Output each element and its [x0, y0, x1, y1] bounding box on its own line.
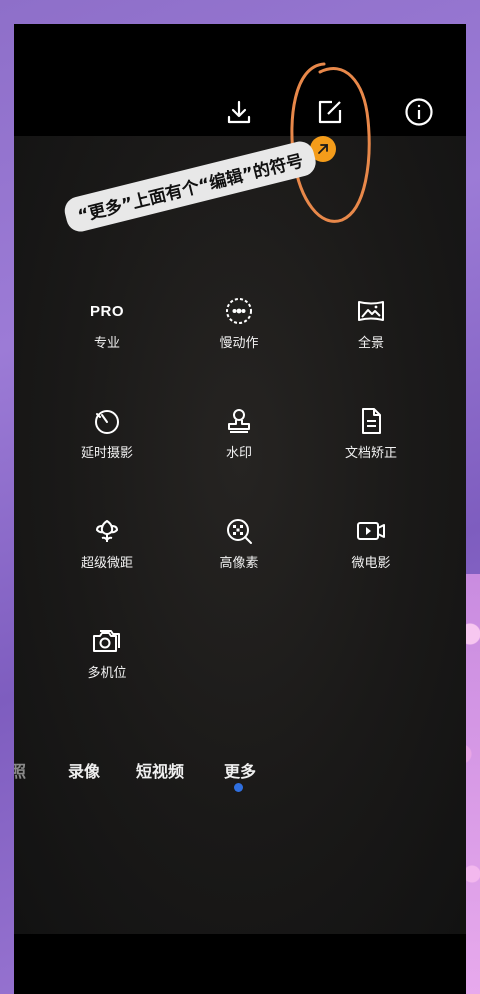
slow-motion-icon	[222, 294, 256, 328]
tab-more[interactable]: 更多	[224, 758, 256, 782]
timer-icon	[90, 404, 124, 438]
mode-super-macro[interactable]: 超级微距	[42, 514, 172, 571]
document-icon	[354, 404, 388, 438]
mode-label: 文档矫正	[344, 446, 397, 461]
mode-multi-camera[interactable]: 多机位	[42, 624, 172, 681]
multi-camera-icon	[90, 624, 124, 658]
mode-document[interactable]: 文档矫正	[306, 404, 436, 461]
active-tab-indicator	[234, 783, 243, 792]
watermark-stamp-icon	[222, 404, 256, 438]
mode-label: 超级微距	[80, 556, 133, 571]
download-icon[interactable]	[224, 97, 254, 127]
panorama-icon	[354, 294, 388, 328]
high-res-icon	[222, 514, 256, 548]
mode-label: 延时摄影	[80, 446, 133, 461]
info-icon[interactable]	[404, 97, 434, 127]
top-bar	[14, 24, 466, 136]
mode-timelapse[interactable]: 延时摄影	[42, 404, 172, 461]
phone-screen: PRO 专业 慢动作 全景 延时摄影 水印 文档矫正 超级微距 高像素 微电影 …	[14, 24, 466, 994]
mode-high-res[interactable]: 高像素	[174, 514, 304, 571]
tab-video[interactable]: 录像	[68, 758, 100, 782]
pro-text-icon: PRO	[90, 302, 125, 320]
video-clip-icon	[354, 514, 388, 548]
mode-label: 微电影	[351, 556, 391, 571]
mode-watermark[interactable]: 水印	[174, 404, 304, 461]
mode-label: 专业	[93, 336, 120, 351]
bottom-bar	[14, 934, 466, 994]
mode-panorama[interactable]: 全景	[306, 294, 436, 351]
mode-label: 慢动作	[219, 336, 259, 351]
mode-label: 全景	[357, 336, 384, 351]
tab-short-video[interactable]: 短视频	[136, 758, 184, 782]
tab-photo[interactable]: 照	[14, 758, 26, 782]
mode-label: 高像素	[219, 556, 259, 571]
mode-micro-film[interactable]: 微电影	[306, 514, 436, 571]
mode-label: 水印	[225, 446, 252, 461]
mode-label: 多机位	[87, 666, 127, 681]
mode-slow-motion[interactable]: 慢动作	[174, 294, 304, 351]
mode-pro[interactable]: PRO 专业	[42, 294, 172, 352]
macro-flower-icon	[90, 514, 124, 548]
